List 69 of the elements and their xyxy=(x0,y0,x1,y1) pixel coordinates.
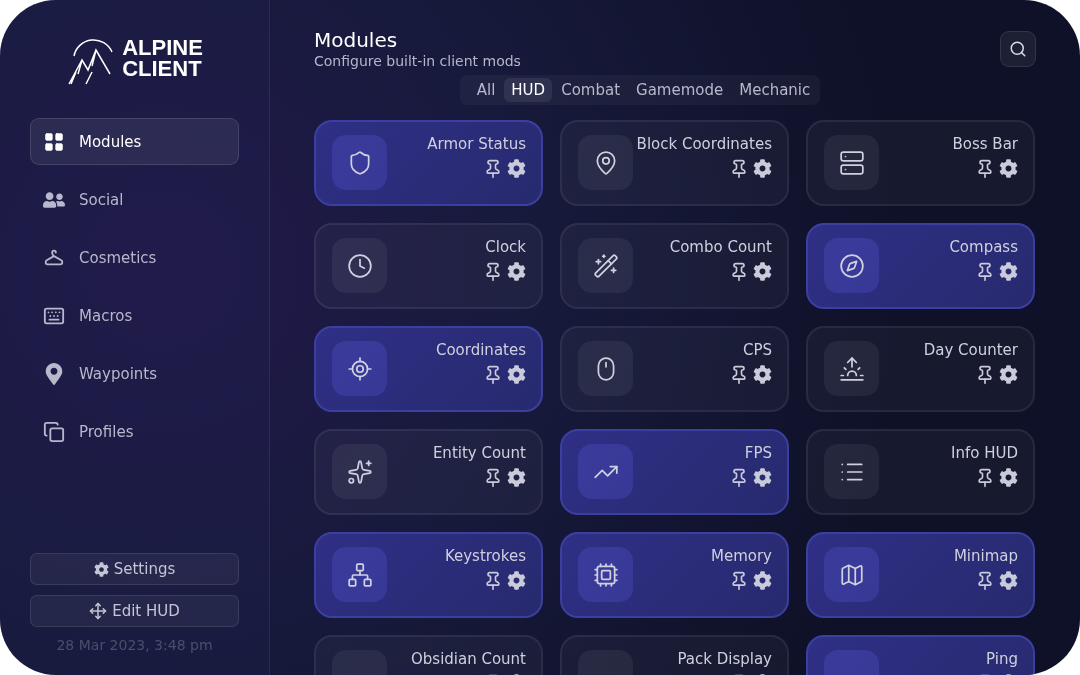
module-name: Coordinates xyxy=(435,341,526,359)
module-name: Info HUD xyxy=(951,444,1018,462)
module-name: Block Coordinates xyxy=(636,135,772,153)
filter-tab[interactable]: Gamemode xyxy=(629,78,731,102)
module-card[interactable]: Boss Bar xyxy=(806,120,1035,206)
module-card[interactable]: Minimap xyxy=(806,532,1035,618)
page-subtitle: Configure built-in client mods xyxy=(314,53,521,69)
module-name: Keystrokes xyxy=(444,547,526,565)
crosshair-icon xyxy=(346,355,373,382)
module-name: FPS xyxy=(744,444,772,462)
search-icon xyxy=(1009,40,1027,58)
copy-icon xyxy=(43,420,65,443)
edit-hud-button[interactable]: Edit HUD xyxy=(30,595,239,627)
sidebar-item[interactable]: Macros xyxy=(30,292,239,339)
module-card[interactable]: Compass xyxy=(806,223,1035,309)
module-card[interactable]: Info HUD xyxy=(806,429,1035,515)
brand-name: ALPINE xyxy=(122,37,203,58)
brand-name: CLIENT xyxy=(122,58,203,79)
module-name: Minimap xyxy=(953,547,1018,565)
module-card[interactable]: Entity Count xyxy=(314,429,543,515)
sunrise-icon xyxy=(838,355,865,382)
module-card[interactable]: CPS xyxy=(560,326,789,412)
module-card[interactable]: Obsidian Count xyxy=(314,635,543,675)
module-card[interactable]: Pack Display xyxy=(560,635,789,675)
module-card[interactable]: Coordinates xyxy=(314,326,543,412)
network-icon xyxy=(346,561,373,588)
module-name: Clock xyxy=(485,238,526,256)
module-name: Ping xyxy=(986,650,1018,668)
settings-button[interactable]: Settings xyxy=(30,553,239,585)
module-card[interactable]: Block Coordinates xyxy=(560,120,789,206)
module-card[interactable]: Ping xyxy=(806,635,1035,675)
module-name: CPS xyxy=(742,341,772,359)
filter-tab[interactable]: HUD xyxy=(504,78,553,102)
module-name: Armor Status xyxy=(427,135,526,153)
clock-icon xyxy=(346,252,373,279)
map-pin-icon xyxy=(43,362,65,385)
grid-icon xyxy=(43,130,65,153)
settings-icon xyxy=(93,561,109,577)
compass-icon xyxy=(838,252,865,279)
module-card[interactable]: Clock xyxy=(314,223,543,309)
module-name: Pack Display xyxy=(677,650,772,668)
sidebar-item[interactable]: Waypoints xyxy=(30,350,239,397)
sidebar-item[interactable]: Social xyxy=(30,176,239,223)
sidebar-item[interactable]: Cosmetics xyxy=(30,234,239,281)
module-card[interactable]: Armor Status xyxy=(314,120,543,206)
module-name: Memory xyxy=(711,547,772,565)
filter-tab[interactable]: Mechanic xyxy=(732,78,818,102)
filter-tab[interactable]: All xyxy=(469,78,503,102)
filter-tab[interactable]: Combat xyxy=(554,78,627,102)
chip-icon xyxy=(592,561,619,588)
module-name: Compass xyxy=(949,238,1018,256)
module-card[interactable]: Memory xyxy=(560,532,789,618)
module-card[interactable]: Day Counter xyxy=(806,326,1035,412)
page-title: Modules xyxy=(314,28,399,52)
sidebar-item[interactable]: Profiles xyxy=(30,408,239,455)
module-name: Combo Count xyxy=(669,238,772,256)
module-name: Entity Count xyxy=(432,444,526,462)
wand-icon xyxy=(592,252,619,279)
search-button[interactable] xyxy=(1000,31,1036,67)
sparkles-icon xyxy=(346,458,373,485)
move-icon xyxy=(89,602,108,620)
module-card[interactable]: FPS xyxy=(560,429,789,515)
module-name: Day Counter xyxy=(923,341,1018,359)
module-card[interactable]: Keystrokes xyxy=(314,532,543,618)
module-name: Boss Bar xyxy=(952,135,1018,153)
module-card[interactable]: Combo Count xyxy=(560,223,789,309)
sidebar-item[interactable]: Modules xyxy=(30,118,239,165)
server-icon xyxy=(838,149,865,176)
module-name: Obsidian Count xyxy=(411,650,526,668)
